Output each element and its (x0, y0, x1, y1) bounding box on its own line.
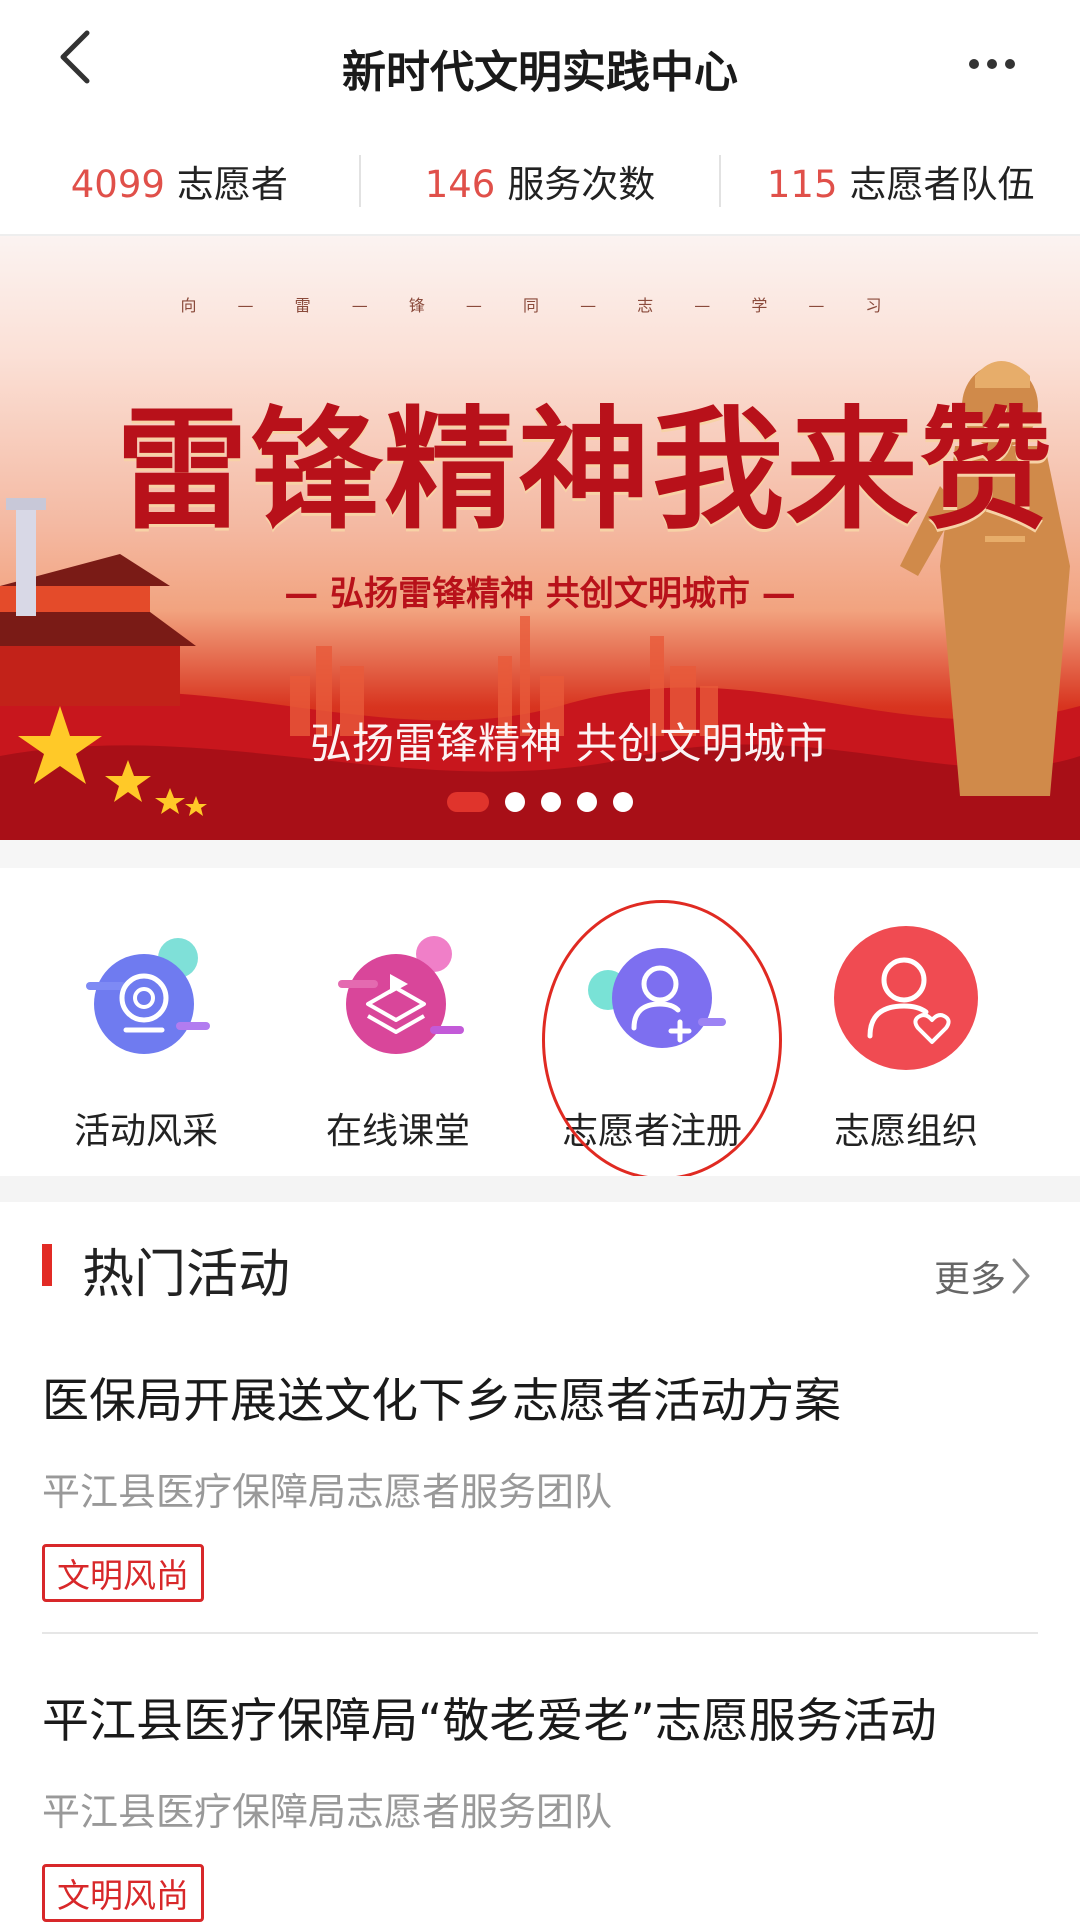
more-dot (1005, 59, 1015, 69)
carousel-dot[interactable] (577, 792, 597, 812)
section-marker (42, 1244, 52, 1286)
activity-organizer: 平江县医疗保障局志愿者服务团队 (42, 1470, 613, 1514)
section-gap (0, 1176, 1080, 1202)
stat-services[interactable]: 146 服务次数 (361, 154, 720, 208)
stat-value: 115 (766, 163, 838, 206)
section-gap (0, 840, 1080, 868)
stat-teams[interactable]: 115 志愿者队伍 (721, 154, 1080, 208)
more-link[interactable]: 更多 (934, 1250, 1032, 1302)
carousel-dot[interactable] (541, 792, 561, 812)
stat-label: 志愿者队伍 (849, 163, 1035, 206)
page-title: 新时代文明实践中心 (342, 47, 738, 98)
stats-bar: 4099 志愿者 146 服务次数 115 志愿者队伍 (0, 128, 1080, 236)
row-divider (42, 1632, 1038, 1634)
menu-label: 在线课堂 (325, 1111, 470, 1152)
banner-top-text: 向 — 雷 — 锋 — 同 — 志 — 学 — 习 (180, 296, 900, 315)
menu-label: 志愿者注册 (561, 1111, 742, 1152)
stat-volunteers[interactable]: 4099 志愿者 (0, 154, 359, 208)
carousel-dot-active[interactable] (447, 792, 489, 812)
menu-activity-showcase[interactable]: 活动风采 (46, 918, 246, 1154)
top-bar: 新时代文明实践中心 (0, 0, 1080, 128)
more-button[interactable] (960, 44, 1024, 84)
banner-subtitle: — 弘扬雷锋精神 共创文明城市 — (284, 574, 796, 614)
activity-title: 平江县医疗保障局“敬老爱老”志愿服务活动 (42, 1694, 937, 1749)
feature-menu: 活动风采 在线课堂 志愿者注册 志愿组织 (0, 868, 1080, 1168)
activity-item[interactable]: 平江县医疗保障局“敬老爱老”志愿服务活动 平江县医疗保障局志愿者服务团队 文明风… (42, 1682, 1038, 1922)
menu-volunteer-register[interactable]: 志愿者注册 (552, 918, 752, 1154)
menu-label: 志愿组织 (833, 1111, 978, 1152)
activity-tag: 文明风尚 (42, 1544, 204, 1602)
more-dot (987, 59, 997, 69)
play-stack-icon (338, 936, 464, 1054)
carousel-indicators (447, 792, 633, 812)
banner-carousel[interactable]: 向 — 雷 — 锋 — 同 — 志 — 学 — 习 雷锋精神我来赞 — 弘扬雷锋… (0, 236, 1080, 840)
stat-value: 4099 (70, 163, 165, 206)
hot-activities-header: 热门活动 更多 (0, 1202, 1080, 1332)
carousel-dot[interactable] (613, 792, 633, 812)
menu-label: 活动风采 (73, 1111, 218, 1152)
menu-online-class[interactable]: 在线课堂 (298, 918, 498, 1154)
activity-organizer: 平江县医疗保障局志愿者服务团队 (42, 1790, 613, 1834)
activity-item[interactable]: 医保局开展送文化下乡志愿者活动方案 平江县医疗保障局志愿者服务团队 文明风尚 (42, 1362, 1038, 1602)
banner-title: 雷锋精神我来赞 (116, 393, 1054, 548)
stat-label: 服务次数 (507, 163, 656, 206)
more-dots-icon (969, 59, 979, 69)
activity-title: 医保局开展送文化下乡志愿者活动方案 (42, 1374, 841, 1429)
menu-volunteer-organization[interactable]: 志愿组织 (806, 918, 1006, 1154)
activity-tag: 文明风尚 (42, 1864, 204, 1922)
more-link-label: 更多 (933, 1259, 1006, 1300)
stat-value: 146 (424, 163, 496, 206)
banner-caption: 弘扬雷锋精神 共创文明城市 (310, 719, 828, 768)
user-heart-icon (834, 926, 978, 1070)
chevron-right-icon (1012, 1258, 1030, 1294)
camera-icon (86, 938, 210, 1054)
add-user-icon (588, 948, 726, 1048)
stat-label: 志愿者 (176, 163, 288, 206)
section-title: 热门活动 (82, 1245, 291, 1305)
carousel-dot[interactable] (505, 792, 525, 812)
